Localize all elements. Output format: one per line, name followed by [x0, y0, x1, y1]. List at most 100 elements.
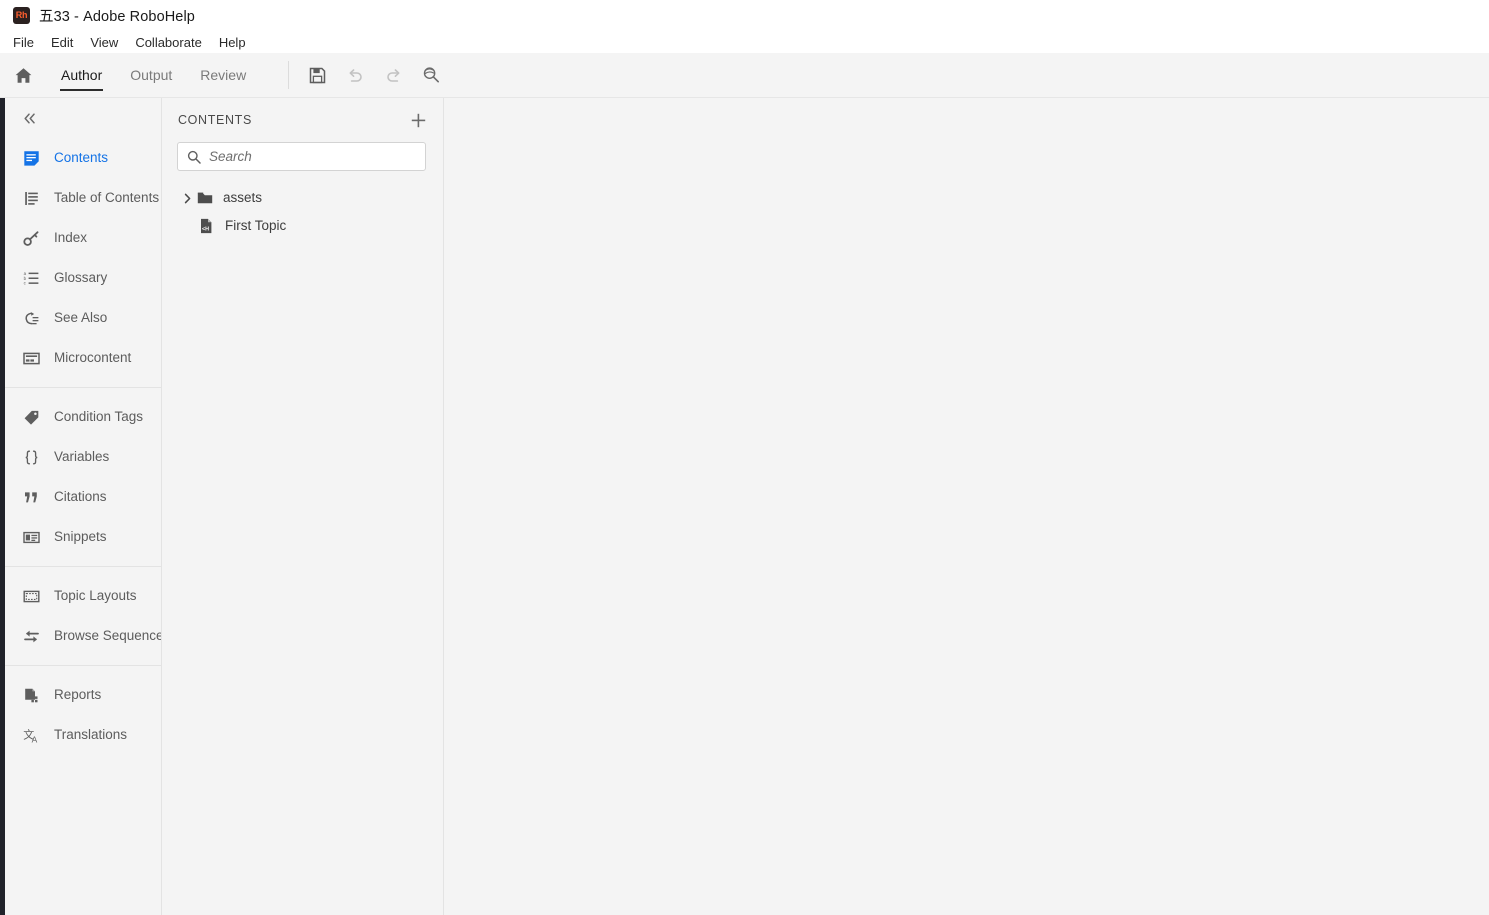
redo-button[interactable] [379, 61, 407, 89]
sidebar-item-variables[interactable]: Variables [5, 437, 161, 477]
nav-group-content-objects: Condition Tags Variables Citations Snipp… [5, 397, 161, 557]
search-input[interactable] [209, 149, 416, 164]
tab-output[interactable]: Output [116, 53, 186, 98]
app-logo-icon: Rh [13, 7, 30, 24]
sidebar-item-citations-label: Citations [54, 489, 107, 505]
menu-view[interactable]: View [90, 36, 118, 49]
ribbon-tabs: Author Output Review [47, 53, 260, 98]
plus-icon [411, 113, 425, 127]
add-content-button[interactable] [407, 109, 429, 131]
sidebar-item-index-label: Index [54, 230, 88, 246]
sidebar-item-browse-sequences-label: Browse Sequences [54, 628, 162, 644]
menu-file[interactable]: File [13, 36, 34, 49]
app-logo-text: Rh [15, 10, 28, 20]
nav-divider-3 [5, 665, 161, 666]
sidebar-item-contents[interactable]: Contents [5, 138, 161, 178]
menu-help[interactable]: Help [219, 36, 246, 49]
chevron-right-icon[interactable] [178, 193, 196, 204]
nav-divider-1 [5, 387, 161, 388]
sidebar-item-condition-tags[interactable]: Condition Tags [5, 397, 161, 437]
tree-row-assets[interactable]: assets [162, 184, 443, 212]
sidebar-item-see-also-label: See Also [54, 310, 108, 326]
undo-icon [349, 68, 362, 82]
sidebar-item-variables-label: Variables [54, 449, 110, 465]
table-of-contents-icon [22, 189, 41, 208]
sidebar-item-condition-tags-label: Condition Tags [54, 409, 144, 425]
nav-divider-2 [5, 566, 161, 567]
tab-output-label: Output [130, 67, 173, 83]
nav-group-layouts: Topic Layouts Browse Sequences [5, 576, 161, 656]
sidebar-item-citations[interactable]: Citations [5, 477, 161, 517]
browse-sequence-icon [22, 627, 41, 646]
sidebar-item-contents-label: Contents [54, 150, 109, 166]
title-bar: Rh 五33 - Adobe RoboHelp [0, 0, 1489, 31]
sidebar-item-table-of-contents[interactable]: Table of Contents [5, 178, 161, 218]
tree-row-assets-label: assets [223, 190, 263, 206]
sidebar-item-table-of-contents-label: Table of Contents [54, 190, 160, 206]
tab-review-label: Review [200, 67, 247, 83]
preview-icon [423, 67, 440, 83]
folder-icon [196, 190, 213, 207]
html-file-icon: <H [198, 218, 215, 235]
sidebar-item-see-also[interactable]: See Also [5, 298, 161, 338]
reports-icon [22, 686, 41, 705]
editor-area[interactable] [444, 98, 1487, 915]
workspace: Contents Table of Contents Index a b c G… [0, 98, 1489, 915]
contents-panel-header: CONTENTS [162, 98, 443, 142]
snippet-icon [22, 528, 41, 547]
sidebar-item-glossary[interactable]: a b c Glossary [5, 258, 161, 298]
svg-text:A: A [32, 734, 38, 744]
sidebar-item-reports[interactable]: Reports [5, 675, 161, 715]
sidebar-item-snippets[interactable]: Snippets [5, 517, 161, 557]
tree-row-first-topic[interactable]: <H First Topic [162, 212, 443, 240]
svg-text:<H: <H [202, 226, 209, 232]
save-icon [309, 67, 325, 83]
svg-text:c: c [24, 280, 27, 285]
key-icon [22, 229, 41, 248]
sidebar-item-reports-label: Reports [54, 687, 102, 703]
sidebar-item-index[interactable]: Index [5, 218, 161, 258]
sidebar-item-browse-sequences[interactable]: Browse Sequences [5, 616, 161, 656]
quick-actions [303, 61, 445, 89]
sidebar-item-translations[interactable]: 文 A Translations [5, 715, 161, 755]
redo-icon [386, 68, 400, 82]
home-button[interactable] [0, 53, 47, 98]
contents-icon [22, 149, 41, 168]
tab-review[interactable]: Review [186, 53, 260, 98]
sidebar-item-microcontent[interactable]: Microcontent [5, 338, 161, 378]
microcontent-icon [22, 349, 41, 368]
save-button[interactable] [303, 61, 331, 89]
tree-row-first-topic-label: First Topic [225, 218, 287, 234]
robohelp-window: Rh 五33 - Adobe RoboHelp File Edit View C… [0, 0, 1489, 915]
menu-collaborate[interactable]: Collaborate [135, 36, 202, 49]
preview-button[interactable] [417, 61, 445, 89]
contents-panel: CONTENTS Search assets <H First Topic [162, 98, 444, 915]
collapse-sidebar-button[interactable] [5, 98, 161, 138]
sidebar-item-topic-layouts-label: Topic Layouts [54, 588, 137, 604]
see-also-icon [22, 309, 41, 328]
tab-author[interactable]: Author [47, 53, 116, 98]
undo-button[interactable] [341, 61, 369, 89]
toolbar-divider [288, 61, 290, 89]
contents-search-wrapper [162, 142, 443, 171]
contents-panel-title: CONTENTS [178, 113, 252, 127]
menu-bar: File Edit View Collaborate Help [0, 31, 1489, 53]
contents-tree: assets <H First Topic [162, 171, 443, 240]
sidebar-item-glossary-label: Glossary [54, 270, 108, 286]
tab-author-label: Author [61, 67, 103, 83]
menu-edit[interactable]: Edit [51, 36, 73, 49]
window-title: 五33 - Adobe RoboHelp [39, 9, 195, 25]
ribbon-toolbar: Author Output Review [0, 53, 1489, 98]
home-icon [15, 67, 32, 83]
nav-group-utilities: Reports 文 A Translations [5, 675, 161, 755]
sidebar-item-microcontent-label: Microcontent [54, 350, 132, 366]
contents-search-box[interactable] [177, 142, 426, 171]
sidebar-item-topic-layouts[interactable]: Topic Layouts [5, 576, 161, 616]
abc-list-icon: a b c [22, 269, 41, 288]
sidebar-item-snippets-label: Snippets [54, 529, 107, 545]
nav-group-authoring: Contents Table of Contents Index a b c G… [5, 138, 161, 378]
translations-icon: 文 A [22, 726, 41, 745]
double-chevron-left-icon [24, 112, 35, 124]
search-icon [187, 150, 201, 164]
braces-icon [22, 448, 41, 467]
